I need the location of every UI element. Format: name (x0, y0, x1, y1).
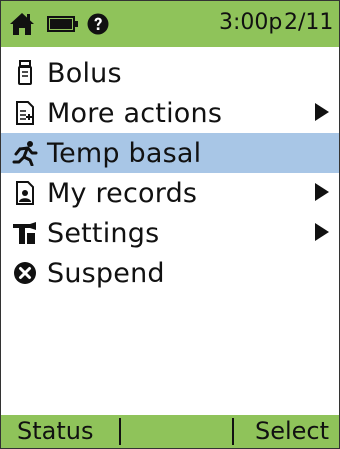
running-person-icon (11, 139, 39, 167)
softkey-divider (119, 418, 121, 445)
menu-item-temp-basal[interactable]: Temp basal (1, 133, 339, 173)
home-icon[interactable] (9, 12, 35, 36)
submenu-arrow-icon (315, 103, 329, 121)
menu-item-label: My records (47, 177, 198, 209)
menu-item-my-records[interactable]: My records (1, 173, 339, 213)
help-icon[interactable] (87, 13, 109, 35)
pump-screen: 3:00p 2/11 Bolus More actions Temp basal… (0, 0, 340, 449)
document-list-icon (11, 99, 39, 127)
menu-item-more-actions[interactable]: More actions (1, 93, 339, 133)
menu-item-label: Settings (47, 217, 160, 249)
softkey-bar: Status Select (1, 415, 339, 448)
menu-item-label: Temp basal (47, 137, 202, 169)
current-date: 2/11 (284, 10, 334, 35)
menu-item-settings[interactable]: Settings (1, 213, 339, 253)
status-bar: 3:00p 2/11 (1, 1, 339, 47)
menu-item-label: More actions (47, 97, 223, 129)
menu-item-bolus[interactable]: Bolus (1, 53, 339, 93)
person-record-icon (11, 179, 39, 207)
submenu-arrow-icon (315, 183, 329, 201)
battery-icon (47, 16, 79, 32)
menu-item-label: Bolus (47, 57, 122, 89)
menu-item-label: Suspend (47, 257, 165, 289)
status-softkey[interactable]: Status (17, 415, 93, 448)
menu-item-suspend[interactable]: Suspend (1, 253, 339, 293)
main-menu: Bolus More actions Temp basal My records… (1, 53, 339, 293)
select-softkey[interactable]: Select (255, 415, 329, 448)
softkey-divider (232, 418, 234, 445)
stop-icon (11, 259, 39, 287)
vial-icon (11, 59, 39, 87)
wrench-icon (11, 219, 39, 247)
clock-time: 3:00p (219, 10, 283, 35)
submenu-arrow-icon (315, 223, 329, 241)
